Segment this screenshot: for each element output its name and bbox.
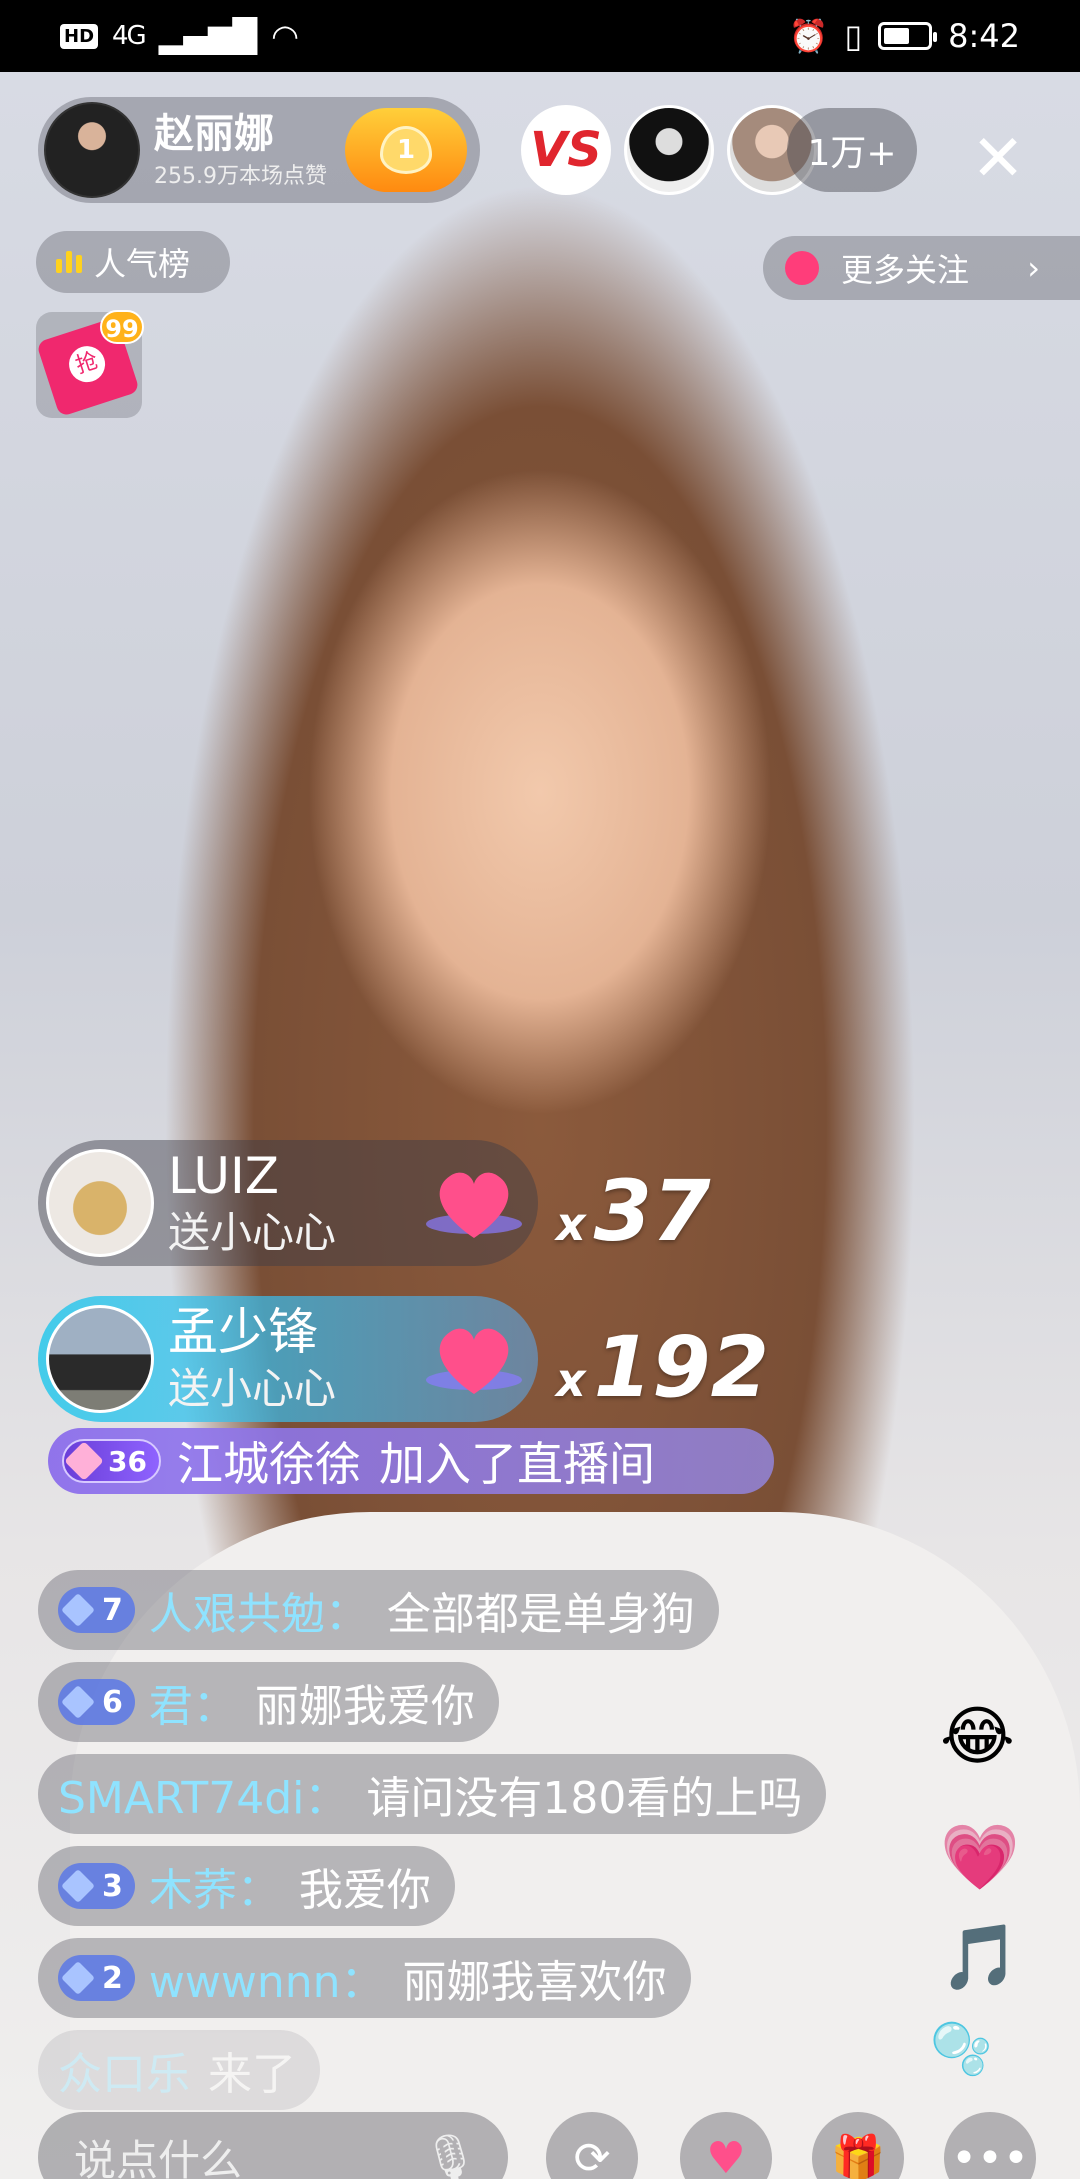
popularity-rank-button[interactable]: 人气榜 bbox=[36, 231, 230, 293]
bar-chart-icon bbox=[56, 251, 82, 273]
chat-text: 丽娜我爱你 bbox=[254, 1681, 475, 1732]
user-level-badge: 3 bbox=[58, 1863, 135, 1909]
host-likes: 255.9万本场点赞 bbox=[154, 164, 327, 189]
wifi-icon: ◠ bbox=[271, 17, 300, 55]
gift-count: x37 bbox=[556, 1166, 711, 1269]
gift-count-value: 37 bbox=[593, 1162, 711, 1260]
diamond-icon bbox=[61, 1685, 95, 1719]
user-level-badge: 6 bbox=[58, 1679, 135, 1725]
heart-gift-icon bbox=[424, 1318, 524, 1402]
chat-message[interactable]: 3 木荞： 我爱你 bbox=[38, 1846, 455, 1926]
join-text: 加入了直播间 bbox=[378, 1437, 655, 1491]
chat-text: 来了 bbox=[208, 2049, 296, 2100]
battery-icon bbox=[878, 22, 938, 50]
join-notice: 36 江城徐徐 加入了直播间 bbox=[48, 1428, 774, 1494]
chat-user[interactable]: SMART74di： bbox=[58, 1762, 348, 1826]
gift-count-value: 192 bbox=[593, 1318, 770, 1416]
comment-placeholder: 说点什么 bbox=[74, 2135, 243, 2179]
signal-icon: ▂▄▆█ bbox=[158, 17, 258, 55]
laughing-emoji-icon: 😂 bbox=[940, 1700, 1015, 1774]
red-packet-button[interactable]: 99 bbox=[36, 310, 144, 418]
network-label: 4G bbox=[112, 21, 147, 51]
chat-text: 我爱你 bbox=[298, 1865, 431, 1916]
microphone-icon[interactable]: 🎙 bbox=[422, 2131, 478, 2179]
popularity-rank-label: 人气榜 bbox=[94, 245, 191, 283]
user-level-badge: 7 bbox=[58, 1587, 135, 1633]
chat-text: 请问没有180看的上吗 bbox=[366, 1773, 803, 1824]
viewer-avatar[interactable] bbox=[624, 105, 714, 195]
chat-user[interactable]: 人艰共勉： bbox=[149, 1578, 369, 1642]
fan-club-button[interactable]: 1 bbox=[345, 108, 467, 192]
user-level: 7 bbox=[102, 1592, 123, 1628]
user-level-badge: 36 bbox=[62, 1439, 161, 1483]
comment-input[interactable]: 说点什么 🎙 bbox=[38, 2112, 508, 2179]
vibrate-icon: ▯ bbox=[844, 17, 863, 55]
viewer-count-button[interactable]: 1万+ bbox=[787, 108, 917, 192]
chat-message[interactable]: SMART74di： 请问没有180看的上吗 bbox=[38, 1754, 827, 1834]
red-packet-badge: 99 bbox=[100, 310, 144, 344]
heart-icon: 💗 bbox=[940, 1821, 1020, 1895]
fan-level-badge: 1 bbox=[380, 126, 432, 174]
chat-message[interactable]: 众口乐 来了 bbox=[38, 2030, 320, 2110]
chat-message[interactable]: 7 人艰共勉： 全部都是单身狗 bbox=[38, 1570, 719, 1650]
diamond-icon bbox=[61, 1961, 95, 1995]
chat-text: 全部都是单身狗 bbox=[386, 1589, 695, 1640]
user-level: 36 bbox=[108, 1444, 147, 1478]
viewer-avatar-vs[interactable]: VS bbox=[521, 105, 611, 195]
user-level: 6 bbox=[102, 1684, 123, 1720]
gift-count-x: x bbox=[556, 1197, 586, 1251]
chevron-right-icon: › bbox=[1027, 249, 1040, 287]
diamond-icon bbox=[61, 1593, 95, 1627]
gift-count: x192 bbox=[556, 1322, 769, 1425]
gift-sender-avatar[interactable] bbox=[46, 1149, 154, 1257]
chat-user[interactable]: 木荞： bbox=[149, 1854, 281, 1918]
bubble-icon: 🫧 bbox=[930, 2020, 993, 2078]
host-avatar[interactable] bbox=[44, 102, 140, 198]
close-icon[interactable]: ✕ bbox=[962, 126, 1034, 198]
chat-user[interactable]: wwwnnn： bbox=[149, 1946, 385, 2010]
more-follow-button[interactable]: 更多关注 › bbox=[763, 236, 1080, 300]
user-level: 2 bbox=[102, 1960, 123, 1996]
chat-message[interactable]: 2 wwwnnn： 丽娜我喜欢你 bbox=[38, 1938, 691, 2018]
diamond-icon bbox=[61, 1869, 95, 1903]
gem-icon bbox=[64, 1441, 104, 1481]
heart-gift-icon bbox=[424, 1162, 524, 1246]
chat-text: 丽娜我喜欢你 bbox=[402, 1957, 667, 2008]
status-bar: HD 4G ▂▄▆█ ◠ ⏰ ▯ 8:42 bbox=[0, 0, 1080, 72]
gift-sender-avatar[interactable] bbox=[46, 1305, 154, 1413]
status-time: 8:42 bbox=[948, 17, 1020, 55]
host-name: 赵丽娜 bbox=[154, 111, 274, 157]
hd-icon: HD bbox=[60, 23, 99, 49]
gift-notice: 孟少锋 送小心心 bbox=[38, 1296, 538, 1422]
user-level-badge: 2 bbox=[58, 1955, 135, 2001]
gift-sender-name: LUIZ bbox=[168, 1147, 279, 1205]
chat-user[interactable]: 众口乐 bbox=[58, 2038, 190, 2102]
gift-count-x: x bbox=[556, 1353, 586, 1407]
live-dot-icon bbox=[785, 251, 819, 285]
user-level: 3 bbox=[102, 1868, 123, 1904]
more-follow-label: 更多关注 bbox=[841, 251, 970, 289]
gift-action: 送小心心 bbox=[168, 1364, 337, 1413]
gift-notice: LUIZ 送小心心 bbox=[38, 1140, 538, 1266]
gift-sender-name: 孟少锋 bbox=[168, 1303, 318, 1361]
music-note-icon: 🎵 bbox=[940, 1921, 1020, 1995]
join-user[interactable]: 江城徐徐 bbox=[177, 1428, 361, 1494]
chat-user[interactable]: 君： bbox=[149, 1670, 237, 1734]
alarm-icon: ⏰ bbox=[788, 17, 829, 55]
gift-action: 送小心心 bbox=[168, 1208, 337, 1257]
chat-message[interactable]: 6 君： 丽娜我爱你 bbox=[38, 1662, 499, 1742]
